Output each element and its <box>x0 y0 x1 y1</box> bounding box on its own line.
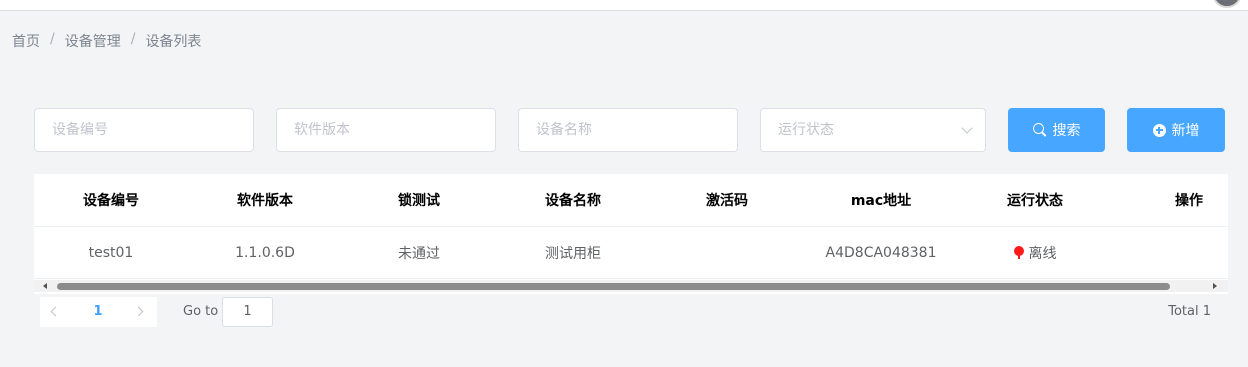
cell-device-code: test01 <box>88 244 134 261</box>
device-name-input[interactable]: 设备名称 <box>518 108 738 152</box>
total-count: Total 1 <box>1168 304 1211 319</box>
table-header: 设备编号 软件版本 锁测试 设备名称 激活码 mac地址 运行状态 操作 <box>34 174 1228 227</box>
device-table: 设备编号 软件版本 锁测试 设备名称 激活码 mac地址 运行状态 操作 tes… <box>34 174 1228 294</box>
cell-software-version: 1.1.0.6D <box>235 244 295 261</box>
cell-actions <box>1112 227 1228 278</box>
header-device-code: 设备编号 <box>83 193 139 209</box>
header-mac-address: mac地址 <box>850 193 912 209</box>
header-actions: 操作 <box>1175 193 1203 209</box>
breadcrumb-separator: / <box>130 31 136 47</box>
goto-page-input[interactable]: 1 <box>222 297 273 327</box>
pagination: 1 <box>40 297 157 327</box>
cell-run-status: 离线 <box>958 227 1112 278</box>
chevron-right-icon[interactable] <box>133 306 144 317</box>
cell-mac-address: A4D8CA048381 <box>825 244 937 261</box>
breadcrumb-separator: / <box>50 31 55 47</box>
goto-label: Go to <box>183 304 219 319</box>
run-status-placeholder: 运行状态 <box>778 122 834 138</box>
cell-activation-code <box>650 227 804 278</box>
top-bar <box>0 0 1248 11</box>
add-button-label: 新增 <box>1171 123 1200 139</box>
plus-circle-icon <box>1152 123 1166 137</box>
header-lock-test: 锁测试 <box>398 193 440 209</box>
search-button-label: 搜索 <box>1052 123 1081 139</box>
cell-lock-test: 未通过 <box>398 245 440 262</box>
add-button[interactable]: 新增 <box>1127 108 1225 152</box>
scrollbar-thumb[interactable] <box>57 283 1170 290</box>
cell-device-name: 测试用柜 <box>545 245 601 262</box>
chevron-down-icon <box>961 122 973 134</box>
chevron-left-icon[interactable] <box>50 306 61 317</box>
offline-pin-icon <box>1013 246 1024 259</box>
breadcrumb-home[interactable]: 首页 <box>12 31 40 51</box>
table-row[interactable]: test01 1.1.0.6D 未通过 测试用柜 A4D8CA048381 离线 <box>34 227 1228 279</box>
horizontal-scrollbar[interactable] <box>34 280 1228 292</box>
software-version-input[interactable]: 软件版本 <box>276 108 496 152</box>
status-label: 离线 <box>1028 245 1057 262</box>
breadcrumb: 首页 / 设备管理 / 设备列表 <box>12 31 201 51</box>
breadcrumb-device-list: 设备列表 <box>145 34 202 50</box>
header-activation-code: 激活码 <box>706 193 748 209</box>
scroll-right-icon[interactable] <box>1213 283 1217 289</box>
header-run-status: 运行状态 <box>1007 193 1063 209</box>
header-device-name: 设备名称 <box>545 193 601 209</box>
page-number-current[interactable]: 1 <box>90 304 106 319</box>
search-button[interactable]: 搜索 <box>1008 108 1105 152</box>
breadcrumb-device-management[interactable]: 设备管理 <box>65 31 121 51</box>
header-software-version: 软件版本 <box>237 193 293 209</box>
search-icon <box>1032 123 1047 137</box>
run-status-select[interactable]: 运行状态 <box>760 108 986 152</box>
device-code-input[interactable]: 设备编号 <box>34 108 254 152</box>
scroll-left-icon[interactable] <box>43 283 47 289</box>
